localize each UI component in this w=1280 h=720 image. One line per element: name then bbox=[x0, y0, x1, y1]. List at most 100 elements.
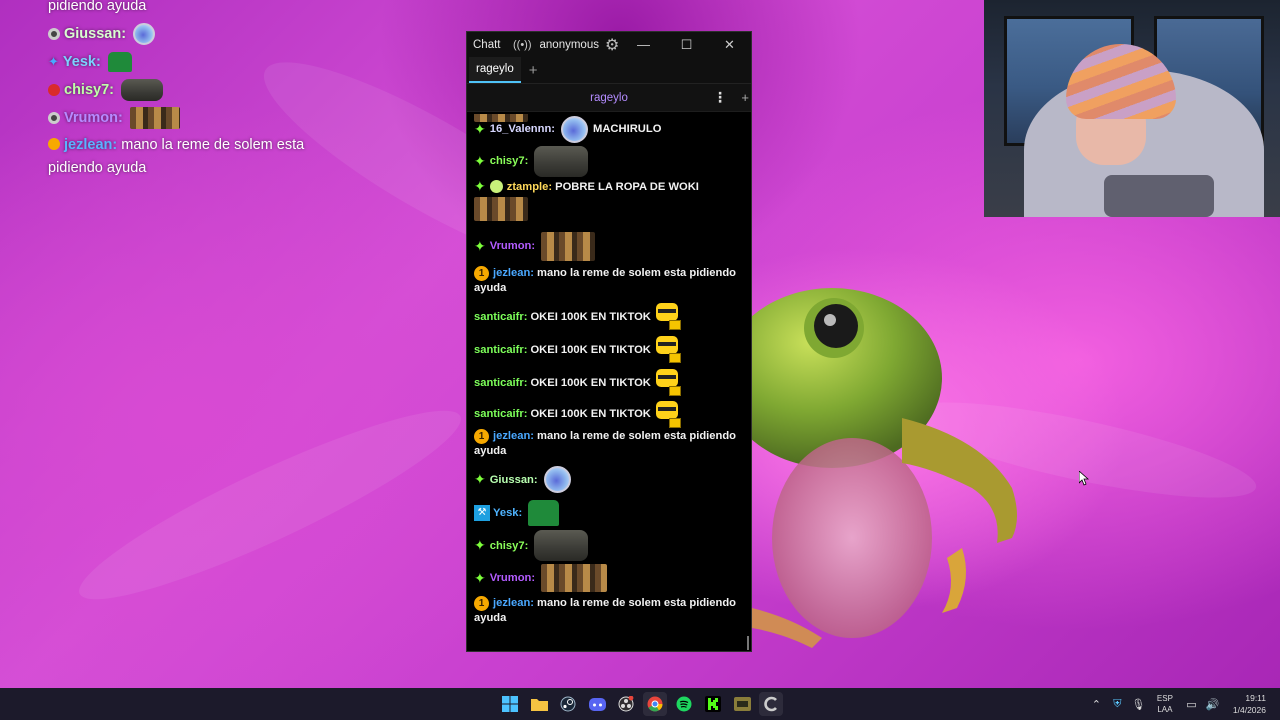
minions-emote-icon bbox=[474, 197, 528, 221]
spotify-icon[interactable] bbox=[672, 692, 696, 716]
chat-username[interactable]: santicaifr: bbox=[474, 377, 527, 389]
tab-rageylo[interactable]: rageylo bbox=[469, 57, 521, 83]
chat-username[interactable]: Vrumon: bbox=[490, 572, 535, 584]
chatterino-icon[interactable] bbox=[759, 692, 783, 716]
chat-message[interactable]: ✦ chisy7: bbox=[474, 529, 741, 562]
chat-message[interactable]: santicaifr: OKEI 100K EN TIKTOK bbox=[474, 300, 741, 333]
minimize-button[interactable]: — bbox=[622, 37, 665, 53]
steam-icon[interactable] bbox=[556, 692, 580, 716]
message-list[interactable]: ✦ 16_Valennn: MACHIRULO ✦ chisy7: ✦ ztam… bbox=[467, 114, 745, 651]
bubble-emote-icon bbox=[561, 115, 589, 143]
chevron-up-icon[interactable]: ⌃ bbox=[1086, 698, 1107, 711]
add-tab-button[interactable]: + bbox=[529, 57, 538, 83]
chat-message[interactable]: ✦ Vrumon: bbox=[474, 562, 741, 594]
channel-header[interactable]: rageylo ⋮ + bbox=[467, 84, 751, 112]
sword-badge-icon: ✦ bbox=[48, 54, 59, 69]
webcam-feed bbox=[984, 0, 1280, 217]
chat-message[interactable]: santicaifr: OKEI 100K EN TIKTOK bbox=[474, 399, 741, 429]
account-switcher[interactable]: anonymous bbox=[540, 39, 599, 51]
badge-icon bbox=[48, 84, 60, 96]
yellow-emote-icon bbox=[655, 400, 681, 428]
file-explorer-icon[interactable] bbox=[527, 692, 551, 716]
add-split-button[interactable]: + bbox=[741, 90, 749, 105]
chat-message[interactable]: 1 jezlean: mano la reme de solem esta pidi… bbox=[474, 594, 741, 628]
language-indicator[interactable]: ESP LAA bbox=[1153, 693, 1177, 715]
chat-username[interactable]: Yesk: bbox=[493, 507, 522, 519]
chrome-icon[interactable] bbox=[643, 692, 667, 716]
sub-badge-icon bbox=[48, 138, 60, 150]
chat-username[interactable]: jezlean: bbox=[493, 267, 534, 279]
clock[interactable]: 19:11 1/4/2026 bbox=[1233, 692, 1266, 716]
message-text: OKEI 100K EN TIKTOK bbox=[530, 408, 651, 420]
scrollbar[interactable] bbox=[746, 114, 750, 651]
more-options-icon[interactable]: ⋮ bbox=[713, 89, 727, 106]
chatterino-window[interactable]: Chatterino ((•)) anonymous ⚙ — ☐ ✕ ragey… bbox=[466, 31, 752, 652]
yellow-emote-icon bbox=[655, 369, 681, 396]
chat-message[interactable]: santicaifr: OKEI 100K EN TIKTOK bbox=[474, 366, 741, 399]
chat-message[interactable]: ⚒ Yesk: bbox=[474, 496, 741, 529]
clock-time: 19:11 bbox=[1245, 693, 1266, 703]
message-text: POBRE LA ROPA DE WOKI bbox=[555, 180, 699, 193]
overlay-chat-line: Vrumon: bbox=[48, 104, 348, 132]
chat-message[interactable]: ✦ Giussan: bbox=[474, 463, 741, 496]
chat-message[interactable]: 1 jezlean: mano la reme de solem esta pidi… bbox=[474, 262, 741, 300]
chat-username[interactable]: santicaifr: bbox=[474, 344, 527, 356]
live-broadcast-icon[interactable]: ((•)) bbox=[513, 39, 532, 51]
overlay-chat-line: ✦ Yesk: bbox=[48, 48, 348, 76]
app-title: Chatterino bbox=[473, 39, 501, 51]
chat-username[interactable]: santicaifr: bbox=[474, 408, 527, 420]
badge-icon bbox=[48, 28, 60, 40]
chat-username[interactable]: Vrumon: bbox=[490, 240, 535, 252]
bug-badge-icon bbox=[489, 180, 503, 193]
volume-icon[interactable]: 🔊 bbox=[1202, 698, 1223, 711]
pepe-emote-icon bbox=[107, 52, 132, 72]
chat-username[interactable]: jezlean: bbox=[493, 597, 534, 609]
sub-badge-icon: ✦ bbox=[474, 237, 486, 254]
overlay-username: chisy7: bbox=[64, 82, 114, 98]
security-shield-icon[interactable]: ⛨ bbox=[1107, 698, 1128, 711]
windows-start-icon[interactable] bbox=[498, 692, 522, 716]
taskbar: ⌃ ⛨ 🎙 ESP LAA ▭ 🔊 19:11 1/4/2026 bbox=[0, 688, 1280, 720]
window-titlebar[interactable]: Chatterino ((•)) anonymous ⚙ — ☐ ✕ bbox=[467, 32, 751, 58]
message-text: OKEI 100K EN TIKTOK bbox=[530, 310, 651, 323]
chat-message[interactable]: ✦ chisy7: bbox=[474, 144, 741, 178]
game-icon[interactable] bbox=[730, 692, 754, 716]
minions-emote-icon bbox=[129, 107, 180, 129]
system-tray: ⌃ ⛨ 🎙 ESP LAA ▭ 🔊 19:11 1/4/2026 bbox=[1086, 688, 1280, 720]
close-button[interactable]: ✕ bbox=[708, 37, 751, 53]
chat-username[interactable]: ztample: bbox=[507, 181, 552, 193]
discord-icon[interactable] bbox=[585, 692, 609, 716]
maximize-button[interactable]: ☐ bbox=[665, 37, 708, 53]
frog-wallpaper-image bbox=[752, 288, 1017, 648]
chat-message-continuation bbox=[474, 194, 741, 224]
overlay-chat-line: chisy7: bbox=[48, 76, 348, 104]
sub-badge-icon: ✦ bbox=[474, 471, 486, 487]
overlay-username: Giussan: bbox=[64, 26, 127, 42]
kick-icon[interactable] bbox=[701, 692, 725, 716]
chat-username[interactable]: 16_Valennn: bbox=[490, 123, 555, 135]
chat-username[interactable]: chisy7: bbox=[490, 540, 529, 552]
petal-streak bbox=[64, 384, 476, 626]
cat-emote-icon bbox=[534, 145, 589, 177]
chat-username[interactable]: Giussan: bbox=[490, 474, 538, 486]
scrollbar-thumb[interactable] bbox=[747, 636, 749, 650]
channel-name: rageylo bbox=[590, 91, 628, 104]
chat-message[interactable]: ✦ ztample: POBRE LA ROPA DE WOKI bbox=[474, 178, 741, 194]
tab-bar: rageylo + bbox=[467, 57, 751, 84]
tab-label: rageylo bbox=[476, 63, 514, 75]
chat-message[interactable]: ✦ Vrumon: bbox=[474, 230, 741, 262]
gear-icon[interactable]: ⚙ bbox=[605, 35, 619, 55]
chat-message[interactable]: santicaifr: OKEI 100K EN TIKTOK bbox=[474, 333, 741, 366]
chat-username[interactable]: santicaifr: bbox=[474, 311, 527, 323]
chat-username[interactable]: jezlean: bbox=[493, 430, 534, 442]
mouse-cursor-icon bbox=[1079, 471, 1089, 486]
microphone-icon[interactable]: 🎙 bbox=[1128, 698, 1149, 711]
chat-username[interactable]: chisy7: bbox=[490, 155, 529, 167]
clock-date: 1/4/2026 bbox=[1232, 705, 1266, 715]
network-icon[interactable]: ▭ bbox=[1181, 698, 1202, 711]
sub-badge-icon: ✦ bbox=[474, 152, 486, 169]
hammer-badge-icon: ⚒ bbox=[474, 504, 490, 521]
obs-icon[interactable] bbox=[614, 692, 638, 716]
chat-message[interactable]: 1 jezlean: mano la reme de solem esta pidi… bbox=[474, 429, 741, 463]
pepe-emote-icon bbox=[528, 499, 560, 526]
